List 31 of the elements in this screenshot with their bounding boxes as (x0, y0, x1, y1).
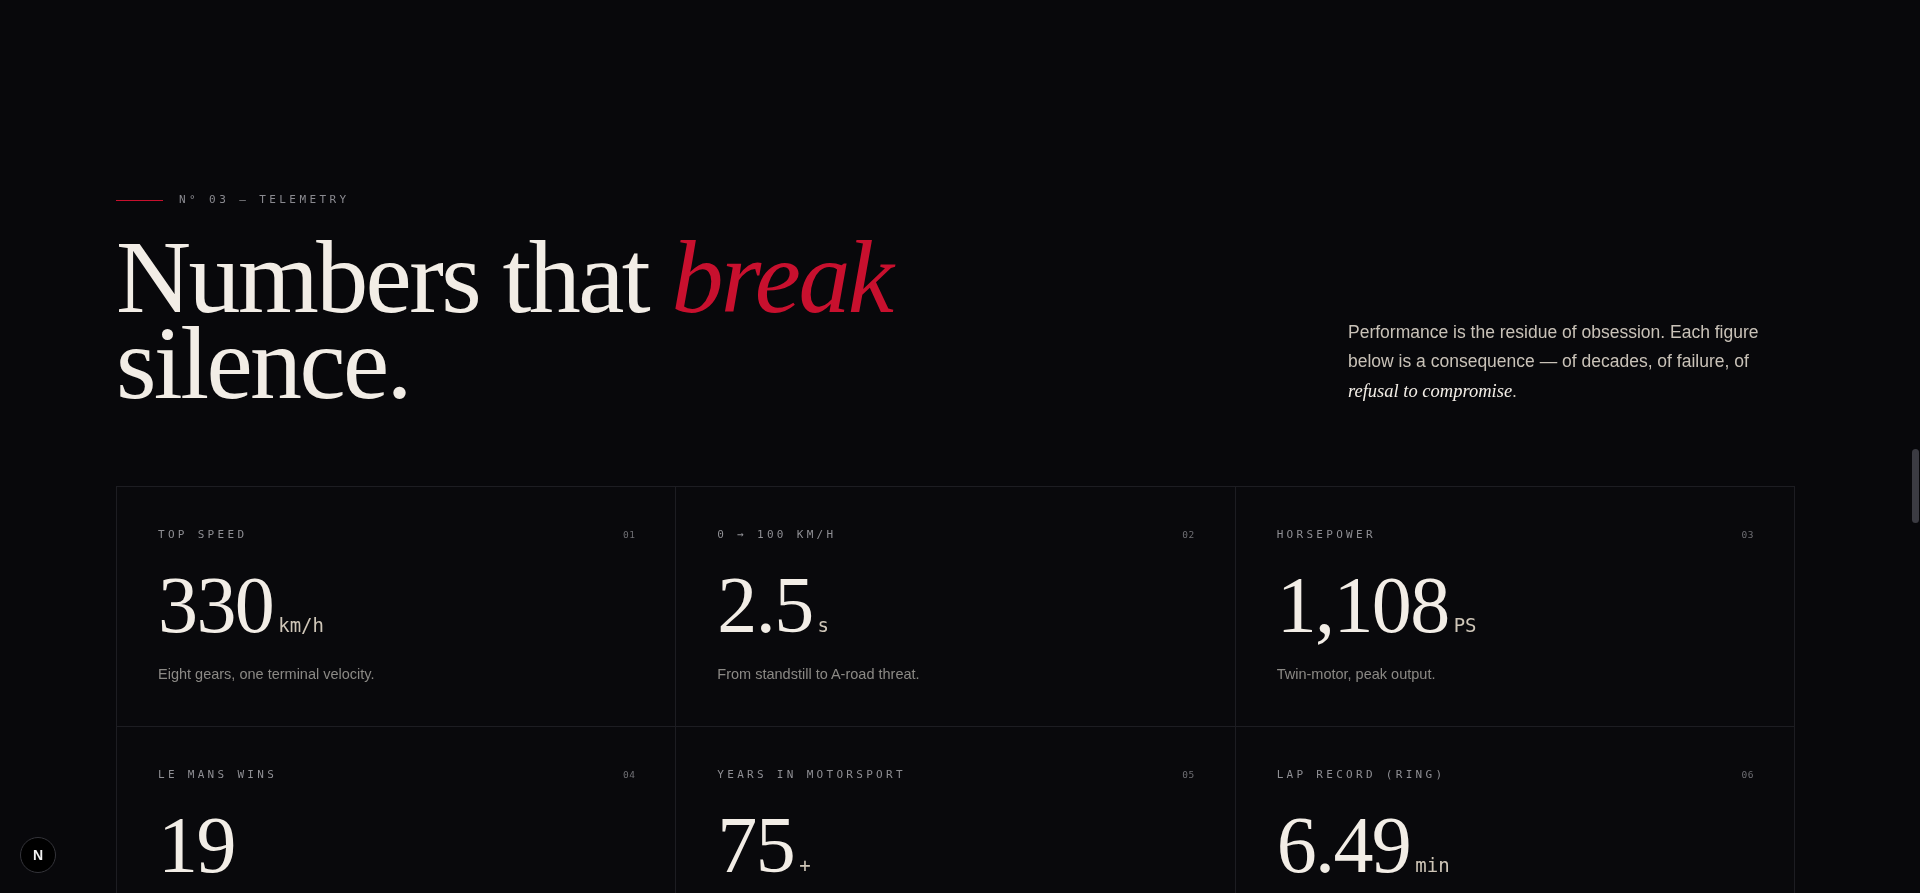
stat-unit: s (817, 616, 829, 635)
stat-unit: + (799, 856, 811, 875)
stat-index: 03 (1741, 528, 1754, 542)
stat-label: 0 → 100 KM/H (717, 528, 837, 542)
section-heading: Numbers that break silence. (116, 234, 996, 406)
stat-label: LE MANS WINS (158, 768, 278, 782)
stat-label: YEARS IN MOTORSPORT (717, 768, 906, 782)
stat-value: 330 (158, 565, 274, 645)
stat-value: 6.49 (1276, 805, 1411, 885)
scrollbar-thumb[interactable] (1912, 449, 1919, 523)
stat-value: 19 (158, 805, 235, 885)
stat-unit: min (1415, 856, 1450, 875)
stat-value: 2.5 (717, 565, 813, 645)
stat-index: 05 (1182, 768, 1195, 782)
dev-tools-button[interactable]: N (20, 837, 56, 873)
stat-label: LAP RECORD (RING) (1276, 768, 1446, 782)
stat-index: 04 (622, 768, 636, 782)
stat-index: 02 (1182, 528, 1195, 542)
stat-description: Twin-motor, peak output. (1276, 665, 1437, 684)
stat-label: TOP SPEED (158, 528, 248, 542)
stat-index: 06 (1741, 768, 1754, 782)
eyebrow-label: N° 03 — TELEMETRY (179, 193, 350, 207)
stat-description: From standstill to A-road threat. (717, 665, 921, 684)
stat-index: 01 (622, 528, 636, 542)
stat-value: 75 (717, 805, 795, 885)
intro-paragraph: Performance is the residue of obsession. Each figure below is a consequence — of decades, of failure, of refusal to compromise. (1348, 320, 1760, 403)
stat-unit: PS (1453, 616, 1477, 635)
stat-label: HORSEPOWER (1276, 528, 1376, 542)
stat-unit: km/h (278, 616, 324, 635)
stat-description: Eight gears, one terminal velocity. (158, 665, 376, 684)
stat-value: 1,108 (1276, 565, 1449, 645)
